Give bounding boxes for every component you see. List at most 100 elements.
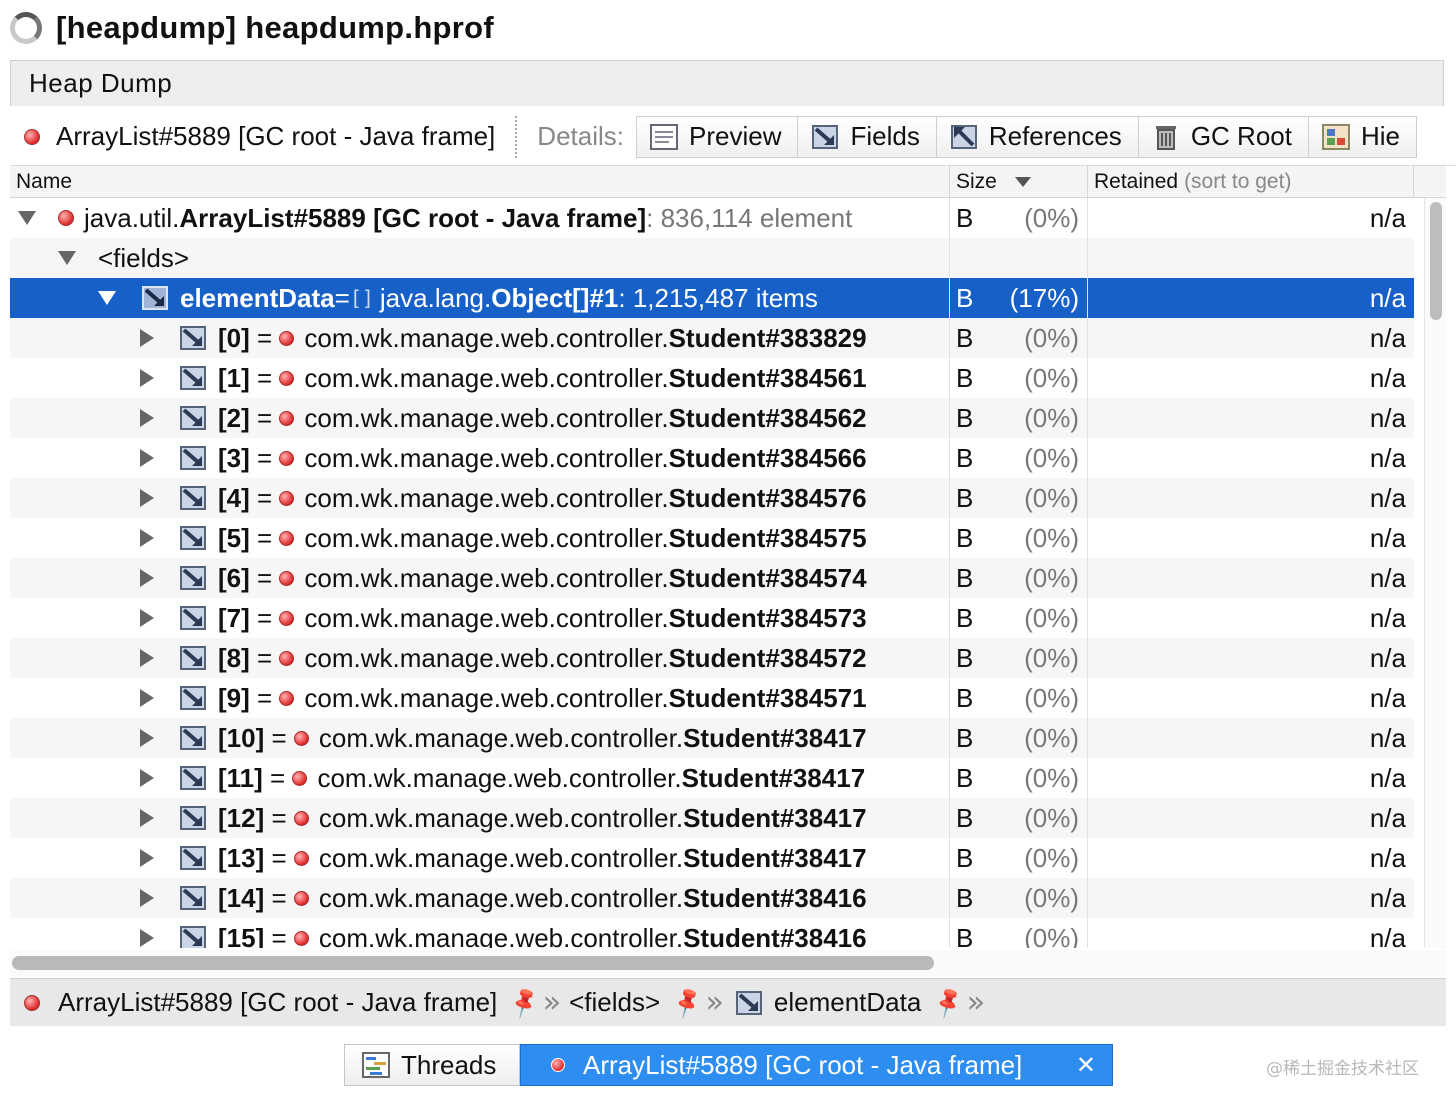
table-row[interactable]: [0] = com.wk.manage.web.controller. Stude… [10,318,1414,358]
spinner-icon [10,12,42,44]
table-row[interactable]: [10] = com.wk.manage.web.controller. Stud… [10,718,1414,758]
expand-toggle-icon[interactable] [140,529,154,547]
table-row[interactable]: [8] = com.wk.manage.web.controller. Stude… [10,638,1414,678]
expand-toggle-icon[interactable] [140,849,154,867]
column-header-size[interactable]: Size [950,166,1088,198]
object-icon [293,730,309,746]
expand-toggle-icon[interactable] [140,329,154,347]
expand-toggle-icon[interactable] [140,809,154,827]
expand-toggle-icon[interactable] [140,769,154,787]
preview-button[interactable]: Preview [636,115,799,158]
equals-sign: = [249,642,280,673]
equals-sign: = [249,562,280,593]
size-percent: (17%) [1009,282,1079,313]
pin-icon[interactable]: 📌 [507,984,544,1020]
expand-toggle-icon[interactable] [140,609,154,627]
size-percent: (0%) [1024,202,1079,233]
object-icon [292,770,308,786]
package-name: com.wk.manage.web.controller. [318,922,684,949]
size-cell: B (0%) [950,558,1088,598]
expand-toggle-icon[interactable] [58,251,76,265]
equals-sign: = [264,722,294,753]
field-icon [735,990,762,1015]
expand-toggle-icon[interactable] [140,369,154,387]
package-name: com.wk.manage.web.controller. [318,842,684,873]
expand-toggle-icon[interactable] [140,449,154,467]
instance-summary: : 1,215,487 items [618,282,818,313]
object-icon [279,570,295,586]
expand-toggle-icon[interactable] [140,889,154,907]
fields-icon [812,124,839,149]
equals-sign: = [249,602,280,633]
object-icon [293,810,309,826]
column-header-retained[interactable]: Retained (sort to get) [1088,166,1414,198]
table-row[interactable]: [2] = com.wk.manage.web.controller. Stude… [10,398,1414,438]
equals-sign: = [249,522,280,553]
object-icon [279,410,295,426]
object-icon [551,1058,565,1072]
horizontal-scrollbar[interactable] [10,950,1446,976]
expand-toggle-icon[interactable] [140,729,154,747]
table-row-fields[interactable]: <fields> [10,238,1414,278]
breadcrumb-item-elementdata[interactable]: elementData [774,987,921,1018]
expand-toggle-icon[interactable] [140,409,154,427]
table-row-selected-elementdata[interactable]: elementData = [] java.lang. Object[]#1 :… [10,278,1414,318]
references-button-label: References [988,121,1122,151]
expand-toggle-icon[interactable] [140,689,154,707]
table-row[interactable]: [14] = com.wk.manage.web.controller. Stud… [10,878,1414,918]
table-row[interactable]: [1] = com.wk.manage.web.controller. Stude… [10,358,1414,398]
class-instance-name: Student#38417 [683,802,867,833]
equals-sign: = [249,402,280,433]
package-name: com.wk.manage.web.controller. [318,722,684,753]
size-value: B [956,362,974,393]
vertical-scrollbar-thumb[interactable] [1430,202,1442,320]
table-row[interactable]: [12] = com.wk.manage.web.controller. Stud… [10,798,1414,838]
breadcrumb-item-fields[interactable]: <fields> [569,987,660,1018]
array-icon: [] [349,286,374,310]
name-cell: java.util. ArrayList#5889 [GC root - Jav… [10,198,950,238]
size-cell: B (0%) [950,598,1088,638]
retained-cell: n/a [1088,678,1414,718]
object-icon [279,330,295,346]
retained-cell: n/a [1088,798,1414,838]
retained-cell: n/a [1088,598,1414,638]
equals-sign: = [264,802,294,833]
expand-toggle-icon[interactable] [140,569,154,587]
field-icon [180,326,206,350]
table-row[interactable]: [7] = com.wk.manage.web.controller. Stude… [10,598,1414,638]
table-row[interactable]: [15] = com.wk.manage.web.controller. Stud… [10,918,1414,948]
table-row[interactable]: [13] = com.wk.manage.web.controller. Stud… [10,838,1414,878]
field-icon [180,766,206,790]
close-icon[interactable]: ✕ [1076,1051,1096,1080]
array-index: [5] [218,522,250,553]
tab-arraylist-active[interactable]: ArrayList#5889 [GC root - Java frame] ✕ [520,1044,1113,1086]
expand-toggle-icon[interactable] [140,929,154,947]
gc-root-button[interactable]: GC Root [1138,115,1309,158]
expand-toggle-icon[interactable] [18,211,36,225]
column-header-name[interactable]: Name [10,166,950,198]
tab-threads[interactable]: Threads [344,1044,520,1086]
references-button[interactable]: References [936,115,1139,158]
field-icon [180,846,206,870]
pin-icon[interactable]: 📌 [669,984,706,1020]
expand-toggle-icon[interactable] [98,291,116,305]
table-row[interactable]: [11] = com.wk.manage.web.controller. Stud… [10,758,1414,798]
table-row[interactable]: [3] = com.wk.manage.web.controller. Stude… [10,438,1414,478]
name-cell: [3] = com.wk.manage.web.controller. Stude… [10,438,950,478]
expand-toggle-icon[interactable] [140,489,154,507]
retained-cell [1088,238,1414,278]
breadcrumb-item-object[interactable]: ArrayList#5889 [GC root - Java frame] [58,987,497,1018]
table-row[interactable]: [4] = com.wk.manage.web.controller. Stude… [10,478,1414,518]
horizontal-scrollbar-thumb[interactable] [12,956,934,970]
table-row-root[interactable]: java.util. ArrayList#5889 [GC root - Jav… [10,198,1414,238]
table-row[interactable]: [6] = com.wk.manage.web.controller. Stude… [10,558,1414,598]
vertical-scrollbar[interactable] [1424,198,1446,948]
object-icon [293,930,309,946]
hierarchy-button[interactable]: Hie [1308,115,1417,158]
name-cell: [4] = com.wk.manage.web.controller. Stude… [10,478,950,518]
pin-icon[interactable]: 📌 [931,984,968,1020]
table-row[interactable]: [5] = com.wk.manage.web.controller. Stude… [10,518,1414,558]
table-row[interactable]: [9] = com.wk.manage.web.controller. Stude… [10,678,1414,718]
expand-toggle-icon[interactable] [140,649,154,667]
fields-button[interactable]: Fields [798,115,937,158]
